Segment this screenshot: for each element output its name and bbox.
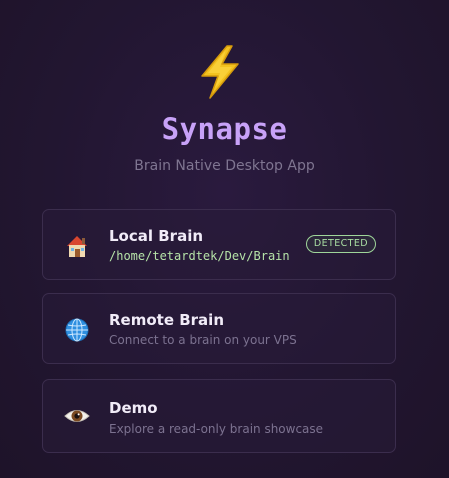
detected-badge: DETECTED	[305, 235, 376, 253]
demo-option[interactable]: Demo Explore a read-only brain showcase	[42, 379, 396, 453]
house-icon	[67, 236, 87, 257]
globe-icon	[65, 318, 89, 342]
remote-brain-option[interactable]: Remote Brain Connect to a brain on your …	[42, 293, 396, 364]
demo-subtitle: Explore a read-only brain showcase	[109, 422, 324, 436]
local-brain-path: /home/tetardtek/Dev/Brain	[109, 249, 290, 263]
local-brain-option[interactable]: Local Brain /home/tetardtek/Dev/Brain DE…	[42, 209, 396, 280]
remote-brain-subtitle: Connect to a brain on your VPS	[109, 333, 297, 347]
demo-title: Demo	[109, 399, 158, 417]
lightning-bolt-icon	[201, 45, 239, 99]
app-subtitle: Brain Native Desktop App	[134, 158, 315, 174]
eye-icon	[64, 410, 90, 422]
remote-brain-title: Remote Brain	[109, 311, 224, 329]
app-title: Synapse	[161, 112, 288, 146]
local-brain-title: Local Brain	[109, 227, 204, 245]
